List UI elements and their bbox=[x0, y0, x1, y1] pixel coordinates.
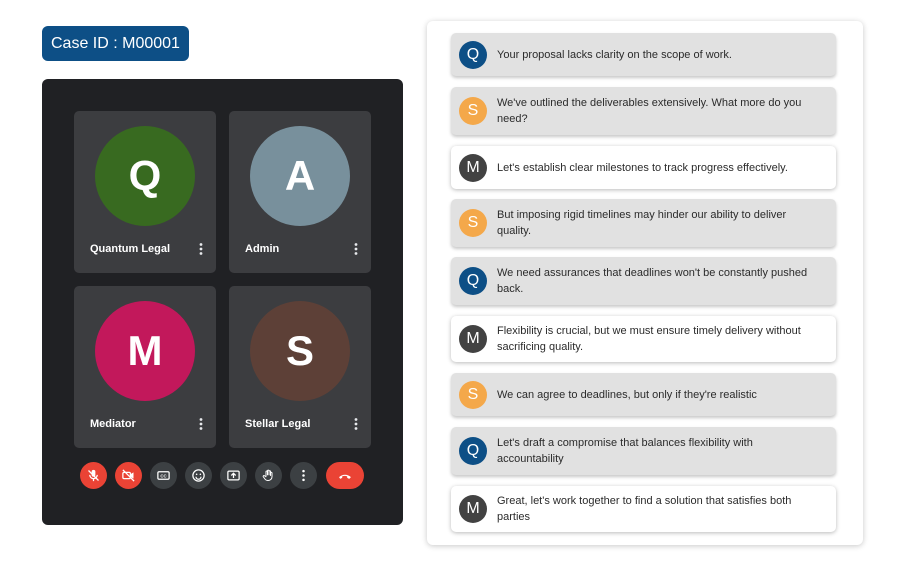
avatar: Q bbox=[95, 126, 195, 226]
chat-message: S But imposing rigid timelines may hinde… bbox=[451, 199, 836, 247]
message-text: Let's establish clear milestones to trac… bbox=[497, 161, 788, 174]
participant-name: Stellar Legal bbox=[245, 418, 311, 430]
chat-panel: Q Your proposal lacks clarity on the sco… bbox=[427, 21, 863, 545]
participant-name: Admin bbox=[245, 243, 280, 255]
captions-button[interactable]: CC bbox=[150, 462, 177, 489]
camera-off-icon bbox=[122, 469, 135, 482]
message-text: Flexibility is crucial, but we must ensu… bbox=[497, 325, 801, 353]
reactions-button[interactable] bbox=[185, 462, 212, 489]
more-vert-icon[interactable] bbox=[195, 417, 207, 431]
emoji-icon bbox=[192, 469, 205, 482]
avatar: Q bbox=[459, 267, 487, 295]
end-call-icon bbox=[339, 474, 351, 479]
avatar: A bbox=[250, 126, 350, 226]
avatar: S bbox=[459, 380, 487, 409]
message-text: We've outlined the deliverables extensiv… bbox=[497, 97, 802, 125]
participant-name: Quantum Legal bbox=[90, 243, 171, 255]
more-options-button[interactable] bbox=[290, 462, 317, 489]
message-text: Your proposal lacks clarity on the scope… bbox=[497, 48, 732, 61]
more-options-icon bbox=[302, 469, 305, 482]
end-call-button[interactable] bbox=[326, 462, 364, 489]
message-text: But imposing rigid timelines may hinder … bbox=[497, 209, 787, 237]
avatar: M bbox=[459, 153, 487, 182]
svg-text:CC: CC bbox=[160, 474, 167, 479]
microphone-off-icon bbox=[88, 469, 99, 482]
chat-message: M Flexibility is crucial, but we must en… bbox=[451, 316, 836, 362]
video-call-panel: Q Quantum Legal A Admin M Mediator S Ste… bbox=[42, 79, 403, 525]
message-text: We can agree to deadlines, but only if t… bbox=[497, 388, 757, 401]
avatar: M bbox=[459, 325, 487, 353]
more-vert-icon[interactable] bbox=[195, 242, 207, 256]
chat-message: S We can agree to deadlines, but only if… bbox=[451, 373, 836, 416]
message-text: We need assurances that deadlines won't … bbox=[497, 267, 808, 295]
participant-tile-mediator[interactable]: M Mediator bbox=[74, 286, 216, 448]
closed-captions-icon: CC bbox=[157, 471, 170, 480]
chat-message: M Let's establish clear milestones to tr… bbox=[451, 146, 836, 189]
participant-tile-stellar-legal[interactable]: S Stellar Legal bbox=[229, 286, 371, 448]
more-vert-icon[interactable] bbox=[350, 417, 362, 431]
case-id-badge: Case ID : M00001 bbox=[42, 26, 189, 61]
participant-name: Mediator bbox=[90, 418, 136, 430]
avatar: S bbox=[250, 301, 350, 401]
avatar: M bbox=[95, 301, 195, 401]
avatar: Q bbox=[459, 40, 487, 69]
present-screen-icon bbox=[227, 470, 240, 481]
raise-hand-icon bbox=[262, 469, 273, 481]
avatar: Q bbox=[459, 437, 487, 465]
chat-message: Q We need assurances that deadlines won'… bbox=[451, 257, 836, 305]
mute-button[interactable] bbox=[80, 462, 107, 489]
present-button[interactable] bbox=[220, 462, 247, 489]
camera-button[interactable] bbox=[115, 462, 142, 489]
call-controls: CC bbox=[80, 462, 370, 492]
avatar: S bbox=[459, 209, 487, 237]
more-vert-icon[interactable] bbox=[350, 242, 362, 256]
message-text: Great, let's work together to find a sol… bbox=[497, 495, 792, 523]
chat-message: M Great, let's work together to find a s… bbox=[451, 486, 836, 532]
chat-message: Q Let's draft a compromise that balances… bbox=[451, 427, 836, 475]
message-text: Let's draft a compromise that balances f… bbox=[497, 437, 753, 465]
participant-tile-quantum-legal[interactable]: Q Quantum Legal bbox=[74, 111, 216, 273]
participant-tile-admin[interactable]: A Admin bbox=[229, 111, 371, 273]
avatar: M bbox=[459, 495, 487, 523]
raise-hand-button[interactable] bbox=[255, 462, 282, 489]
chat-message: Q Your proposal lacks clarity on the sco… bbox=[451, 33, 836, 76]
avatar: S bbox=[459, 97, 487, 125]
chat-message: S We've outlined the deliverables extens… bbox=[451, 87, 836, 135]
